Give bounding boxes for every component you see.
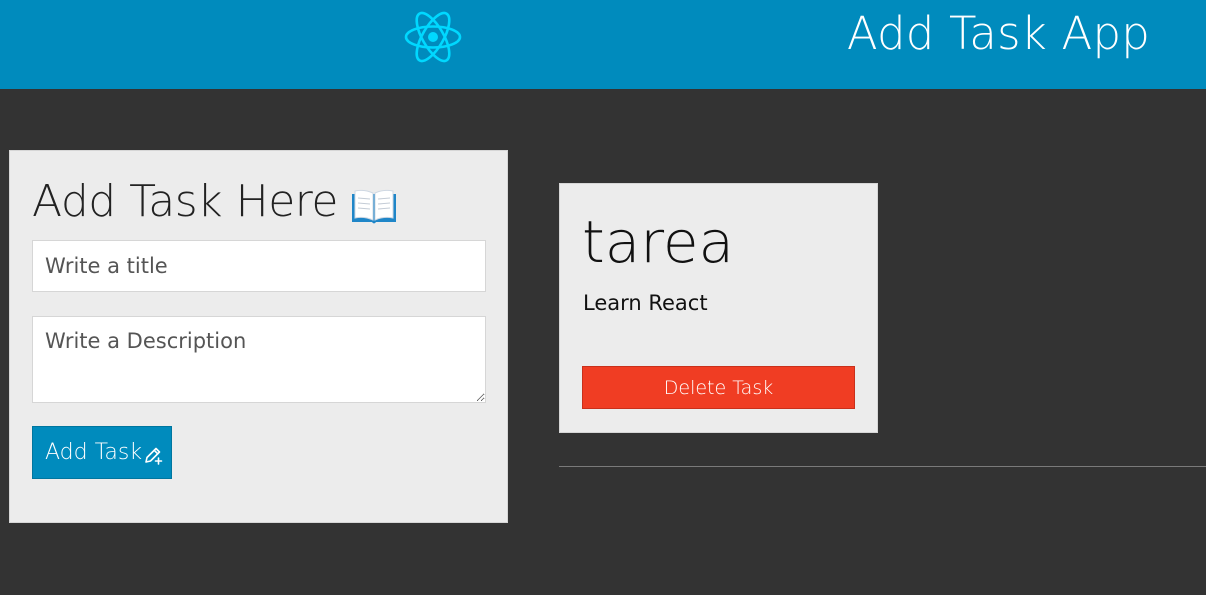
form-heading: Add Task Here bbox=[32, 176, 338, 227]
add-task-form: Add Task Here Add Task bbox=[9, 150, 508, 523]
react-logo-icon bbox=[404, 11, 462, 63]
task-title: tarea bbox=[582, 208, 735, 276]
app-header: Add Task App bbox=[0, 0, 1206, 89]
divider bbox=[559, 466, 1206, 467]
task-description: Learn React bbox=[583, 291, 708, 315]
title-input[interactable] bbox=[32, 240, 486, 292]
open-book-icon bbox=[352, 189, 396, 224]
add-task-button[interactable]: Add Task bbox=[32, 426, 172, 479]
add-task-button-label: Add Task bbox=[45, 440, 143, 465]
pencil-plus-icon bbox=[145, 447, 163, 465]
description-input[interactable] bbox=[32, 316, 486, 403]
app-title: Add Task App bbox=[846, 7, 1150, 60]
task-card: tarea Learn React Delete Task bbox=[559, 183, 878, 433]
delete-task-button[interactable]: Delete Task bbox=[582, 366, 855, 409]
